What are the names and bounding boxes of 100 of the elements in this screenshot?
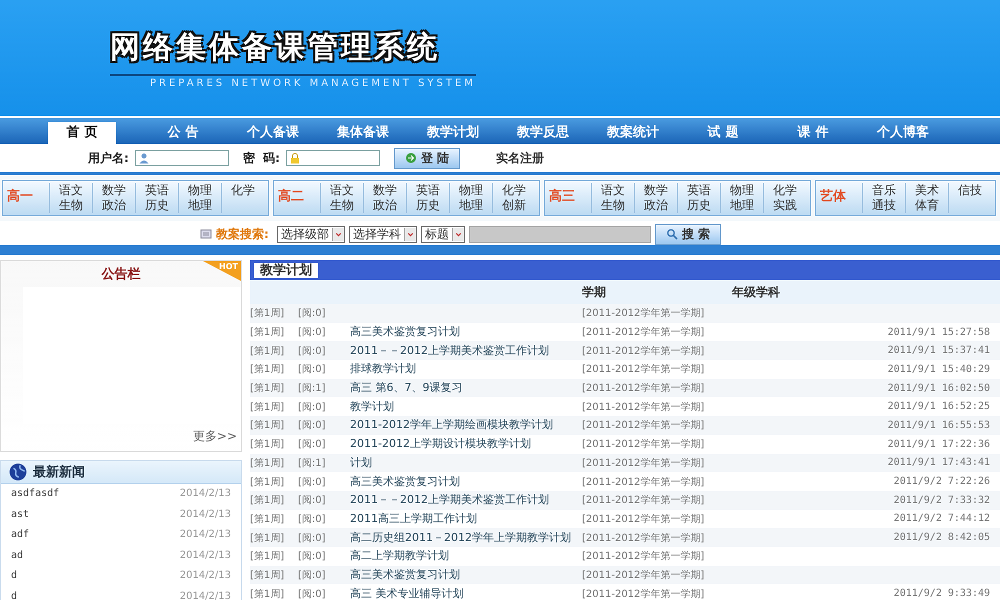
nav-tab[interactable]: 公 告 <box>138 122 228 144</box>
reads-cell-text: [阅:0] <box>298 568 327 582</box>
news-link[interactable]: d <box>11 566 18 586</box>
week-cell-text: [第1周] <box>250 532 286 545</box>
subject-link[interactable]: 实践 <box>773 198 797 213</box>
plan-link[interactable]: 计划 <box>350 456 372 469</box>
week-cell-text: [第1周] <box>250 568 286 582</box>
subject-link[interactable]: 物理 <box>188 183 212 198</box>
subject-link[interactable]: 政治 <box>102 198 126 213</box>
news-date: 2014/2/13 <box>180 528 231 542</box>
login-button[interactable]: 登 陆 <box>394 148 460 168</box>
news-link[interactable]: ad <box>11 546 24 566</box>
term-cell-text: [2011-2012学年第一学期] <box>582 512 706 526</box>
username-field[interactable] <box>134 150 229 166</box>
subject-link[interactable]: 音乐 <box>872 183 896 198</box>
news-date: 2014/2/13 <box>180 548 231 562</box>
reads-cell-text: [阅:0] <box>298 419 327 432</box>
search-button[interactable]: 搜 索 <box>654 224 721 244</box>
week-cell-text: [第1周] <box>250 456 286 470</box>
nav-tab[interactable]: 课 件 <box>768 122 858 144</box>
search-field[interactable] <box>468 226 651 242</box>
subject-link[interactable]: 英语 <box>145 183 169 198</box>
time-cell: 2011/9/1 15:27:58 <box>888 326 990 338</box>
subject-link[interactable]: 体育 <box>915 198 939 213</box>
password-field[interactable] <box>286 150 380 166</box>
plan-link[interactable]: 高三 第6、7、9课复习 <box>350 381 462 394</box>
register-link[interactable]: 实名注册 <box>496 150 544 166</box>
subject-link[interactable]: 政治 <box>644 198 668 213</box>
subject-link[interactable]: 美术 <box>915 183 939 198</box>
subject-link[interactable]: 化学 <box>502 183 526 198</box>
more-link[interactable]: 更多>> <box>1 424 241 451</box>
subject-link[interactable]: 语文 <box>601 183 625 198</box>
nav-tab[interactable]: 个人备课 <box>228 122 318 144</box>
subject-link[interactable]: 历史 <box>145 198 169 213</box>
subject-link[interactable]: 物理 <box>459 183 483 198</box>
time-cell: 2011/9/1 16:02:50 <box>888 382 990 394</box>
news-link[interactable]: ast <box>11 504 30 525</box>
subject-link[interactable]: 语文 <box>330 183 354 198</box>
section-title: 教学计划 <box>254 262 318 278</box>
week-cell-text: [第1周] <box>250 400 286 414</box>
subject-link[interactable]: 创新 <box>502 198 526 213</box>
term-cell-text: [2011-2012学年第一学期] <box>582 476 706 489</box>
plan-link[interactable]: 高二历史组2011－2012学年上学期教学计划 <box>350 530 571 544</box>
plan-link[interactable]: 2011-2012学年上学期绘画模块教学计划 <box>350 418 553 432</box>
nav-tab[interactable]: 首 页 <box>48 122 116 144</box>
subject-link[interactable]: 数学 <box>644 183 668 198</box>
plan-link[interactable]: 高三美术鉴赏复习计划 <box>350 474 460 488</box>
news-link[interactable]: adf <box>11 525 30 546</box>
dropdown[interactable]: 选择级部 <box>276 226 345 242</box>
reads-cell-text: [阅:0] <box>298 344 327 358</box>
subject-link[interactable]: 英语 <box>687 183 711 198</box>
subject-link[interactable]: 语文 <box>59 183 83 198</box>
subject-link[interactable]: 地理 <box>459 198 483 213</box>
subject-link[interactable]: 化学 <box>773 183 797 198</box>
dropdown[interactable]: 标题 <box>420 226 465 242</box>
plan-link[interactable]: 教学计划 <box>350 400 394 413</box>
subject-link[interactable]: 信技 <box>958 183 982 198</box>
plan-link[interactable]: 2011-2012上学期设计模块教学计划 <box>350 437 531 450</box>
time-cell: 2011/9/1 17:43:41 <box>888 457 990 468</box>
term-cell-text: [2011-2012学年第一学期] <box>582 532 706 545</box>
subject-link[interactable]: 历史 <box>416 198 440 213</box>
plan-link[interactable]: 高二上学期教学计划 <box>350 549 449 562</box>
nav-tab[interactable]: 教学计划 <box>408 122 498 144</box>
news-link[interactable]: asdfasdf <box>11 484 60 504</box>
subject-link[interactable]: 生物 <box>330 198 354 213</box>
nav-tab[interactable]: 个人博客 <box>858 122 948 144</box>
subject-link[interactable]: 数学 <box>373 183 397 198</box>
nav-tab[interactable]: 试 题 <box>678 122 768 144</box>
subject-link[interactable]: 化学 <box>231 183 255 198</box>
subject-link[interactable]: 物理 <box>730 183 754 198</box>
plan-link[interactable]: 排球教学计划 <box>350 362 416 376</box>
week-cell-text: [第1周] <box>250 494 286 508</box>
subject-link[interactable]: 生物 <box>59 198 83 213</box>
column-header: 年级学科 <box>732 284 781 300</box>
subject-link[interactable]: 生物 <box>601 198 625 213</box>
nav-tab[interactable]: 教案统计 <box>588 122 678 144</box>
subject-link[interactable]: 地理 <box>188 198 212 213</box>
plan-link[interactable]: 2011－－2012上学期美术鉴赏工作计划 <box>350 344 549 357</box>
plan-link[interactable]: 2011－－2012上学期美术鉴赏工作计划 <box>350 493 549 506</box>
search-label: 教案搜索: <box>216 226 269 242</box>
week-cell-text: [第1周] <box>250 307 286 320</box>
news-date: 2014/2/13 <box>180 508 231 522</box>
subject-link[interactable]: 数学 <box>102 183 126 198</box>
subject-link[interactable]: 英语 <box>416 183 440 198</box>
plan-link[interactable]: 高三美术鉴赏复习计划 <box>350 325 460 338</box>
subject-link[interactable]: 地理 <box>730 198 754 213</box>
plan-link[interactable]: 高三美术鉴赏复习计划 <box>350 568 460 581</box>
subject-link[interactable]: 政治 <box>373 198 397 213</box>
plan-link[interactable]: 高三 美术专业辅导计划 <box>350 586 464 600</box>
subject-link[interactable]: 通技 <box>872 198 896 213</box>
plan-link[interactable]: 2011高三上学期工作计划 <box>350 512 477 525</box>
reads-cell-text: [阅:0] <box>298 512 327 526</box>
term-cell-text: [2011-2012学年第一学期] <box>582 382 706 396</box>
nav-tab[interactable]: 教学反思 <box>498 122 588 144</box>
column-header: 学期 <box>582 284 607 300</box>
dropdown[interactable]: 选择学科 <box>348 226 417 242</box>
nav-tab[interactable]: 集体备课 <box>318 122 408 144</box>
news-link[interactable]: d <box>11 586 18 600</box>
time-cell: 2011/9/1 15:37:41 <box>888 345 990 356</box>
subject-link[interactable]: 历史 <box>687 198 711 213</box>
